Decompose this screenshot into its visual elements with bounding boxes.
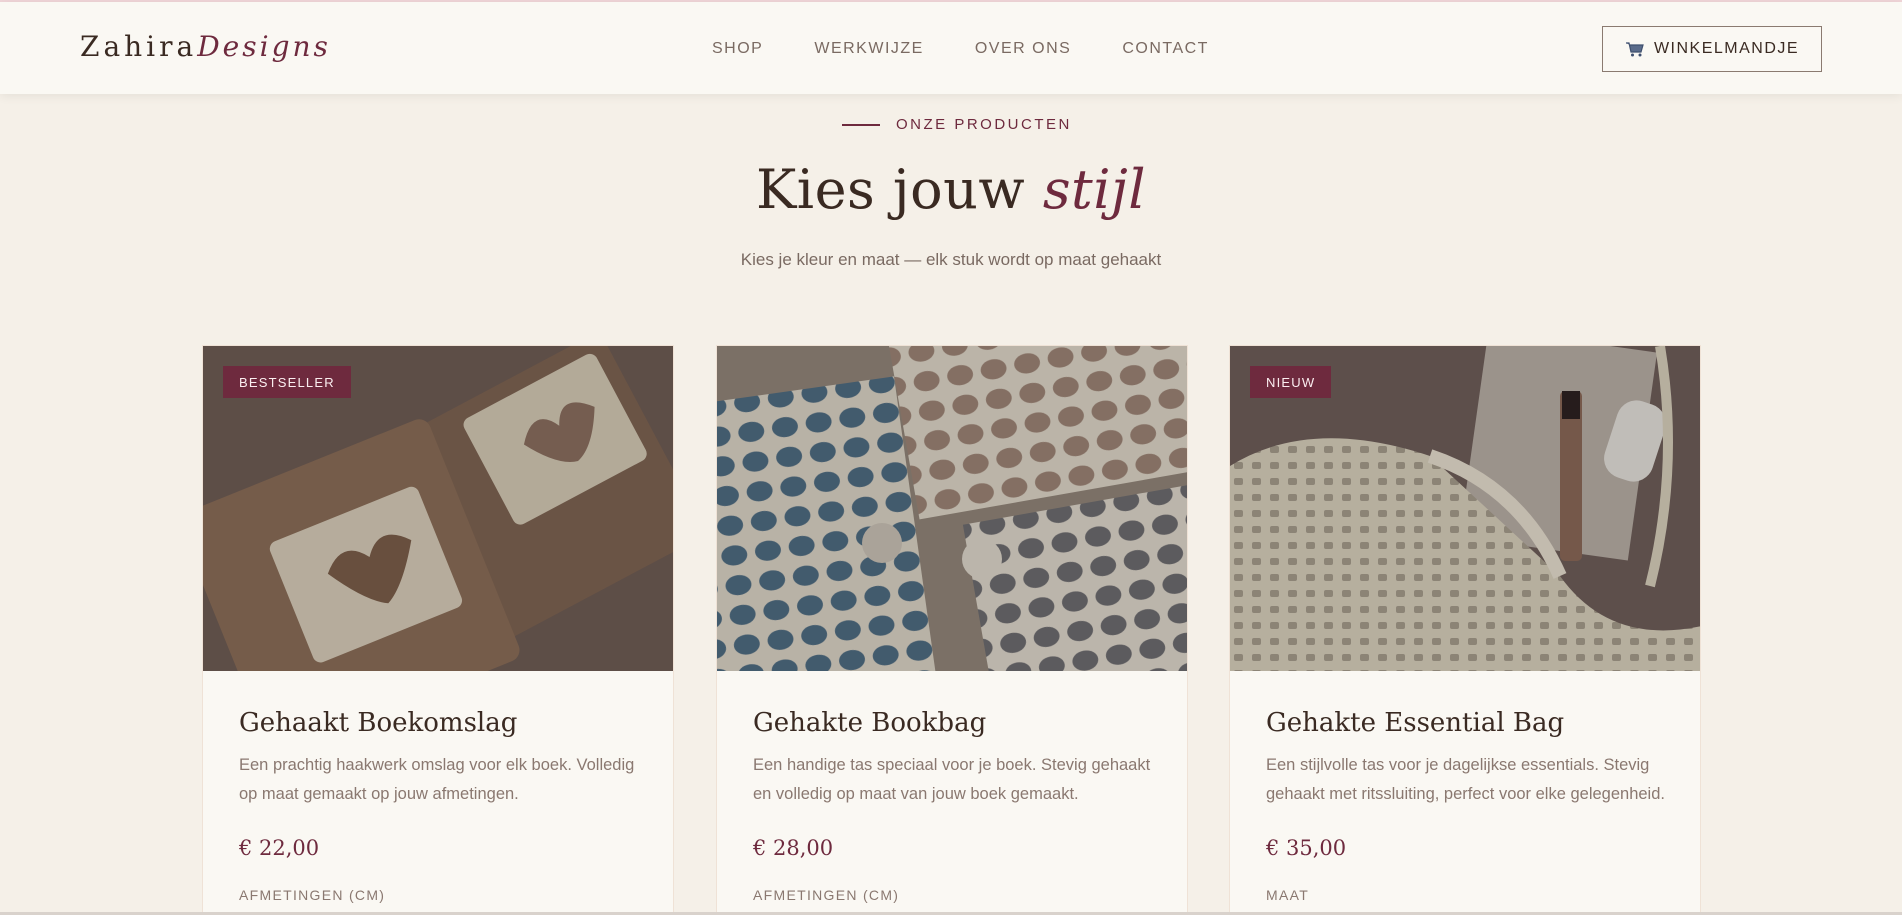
product-photo[interactable] xyxy=(717,346,1187,671)
product-card-essential-bag[interactable]: NIEUW Gehakte Essential Bag Een stijlvol… xyxy=(1229,345,1701,915)
brand-name-main: Zahira xyxy=(80,30,198,63)
product-price: € 35,00 xyxy=(1266,836,1347,860)
site-header: ZahiraDesigns SHOP WERKWIJZE OVER ONS CO… xyxy=(0,2,1902,94)
section-subtitle: Kies je kleur en maat — elk stuk wordt o… xyxy=(740,250,1162,269)
product-option-label: MAAT xyxy=(1266,887,1310,903)
main-nav: SHOP WERKWIJZE OVER ONS CONTACT xyxy=(712,40,1209,58)
product-title[interactable]: Gehaakt Boekomslag xyxy=(239,708,517,738)
product-badge: BESTSELLER xyxy=(223,366,351,398)
section-eyebrow: ONZE PRODUCTEN xyxy=(842,116,1072,133)
product-price: € 22,00 xyxy=(239,836,320,860)
cart-button[interactable]: WINKELMANDJE xyxy=(1602,26,1822,72)
product-badge: NIEUW xyxy=(1250,366,1332,398)
product-card-boekomslag[interactable]: BESTSELLER Gehaakt Boekomslag Een pracht… xyxy=(202,345,674,915)
product-title[interactable]: Gehakte Essential Bag xyxy=(1266,708,1564,738)
cart-button-label: WINKELMANDJE xyxy=(1653,40,1800,57)
product-card-bookbag[interactable]: Gehakte Bookbag Een handige tas speciaal… xyxy=(716,345,1188,915)
brand-name-accent: Designs xyxy=(197,30,331,63)
eyebrow-label: ONZE PRODUCTEN xyxy=(896,116,1072,133)
product-description: Een prachtig haakwerk omslag voor elk bo… xyxy=(239,756,635,803)
nav-item-over-ons[interactable]: OVER ONS xyxy=(975,40,1071,58)
section-title: Kies jouw stijl xyxy=(0,158,1902,221)
nav-item-contact[interactable]: CONTACT xyxy=(1122,40,1209,58)
section-title-accent: stijl xyxy=(1042,158,1147,221)
brand-logo[interactable]: ZahiraDesigns xyxy=(80,30,331,63)
product-price: € 28,00 xyxy=(753,836,834,860)
product-title[interactable]: Gehakte Bookbag xyxy=(753,708,986,738)
nav-item-werkwijze[interactable]: WERKWIJZE xyxy=(814,40,924,58)
product-option-label: AFMETINGEN (CM) xyxy=(753,887,900,903)
product-description: Een handige tas speciaal voor je boek. S… xyxy=(753,756,1151,803)
product-description: Een stijlvolle tas voor je dagelijkse es… xyxy=(1266,756,1665,803)
shopping-cart-icon xyxy=(1625,42,1644,57)
product-option-label: AFMETINGEN (CM) xyxy=(239,887,386,903)
eyebrow-divider xyxy=(842,123,880,126)
nav-item-shop[interactable]: SHOP xyxy=(712,40,763,58)
section-title-main: Kies jouw xyxy=(755,158,1043,221)
